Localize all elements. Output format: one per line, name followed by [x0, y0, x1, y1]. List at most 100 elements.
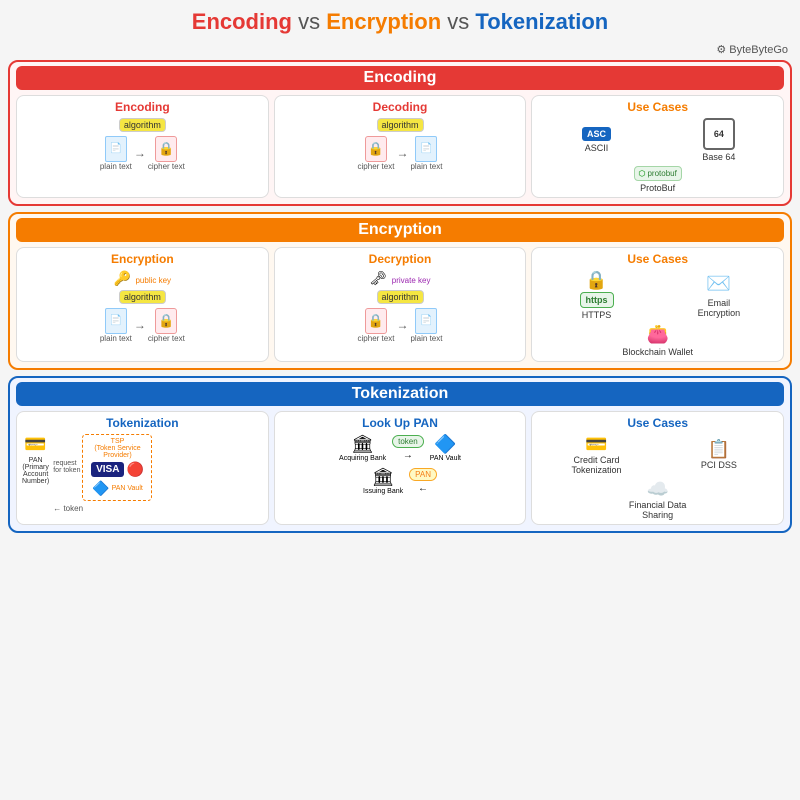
encoding-header: Encoding — [16, 66, 784, 90]
token-badge-lookup: token — [392, 435, 424, 448]
title-vs2: vs — [447, 9, 475, 34]
pci-icon: 📋 — [708, 439, 730, 460]
encryption-usecases-title: Use Cases — [537, 252, 778, 266]
encryption-section: Encryption Encryption 🔑 public key algor… — [8, 212, 792, 370]
issuing-bank-icon: 🏛 — [372, 467, 395, 488]
encoding-plain-label: plain text — [100, 162, 132, 171]
acquiring-bank-icon: 🏛 — [351, 434, 374, 455]
ascii-badge: ASC — [582, 127, 611, 141]
ascii-item: ASC ASCII — [582, 127, 611, 153]
lookup-sub-title: Look Up PAN — [280, 416, 521, 430]
wallet-icon: 👛 — [646, 324, 668, 345]
encoding-section: Encoding Encoding algorithm 📄 plain text… — [8, 60, 792, 206]
pan-label: PAN(PrimaryAccountNumber) — [22, 457, 49, 485]
pci-dss-item: 📋 PCI DSS — [701, 439, 737, 470]
encrypt-algo: algorithm — [119, 290, 166, 304]
title-encryption: Encryption — [326, 9, 441, 34]
right-arrow-lookup: → — [403, 450, 413, 461]
pan-card-icon: 💳 — [24, 434, 46, 455]
encrypt-cipher-label: cipher text — [148, 334, 185, 343]
public-key-label: public key — [135, 276, 171, 285]
credit-card-label: Credit CardTokenization — [571, 455, 621, 475]
decoding-algo: algorithm — [377, 118, 424, 132]
lookup-sub: Look Up PAN 🏛 Acquiring Bank token → 🔷 P… — [274, 411, 527, 525]
decoding-doc-icon: 📄 — [415, 136, 437, 162]
encrypt-arrow: → — [134, 318, 146, 332]
mastercard-icon: 🔴 — [126, 461, 143, 478]
credit-card-item: 💳 Credit CardTokenization — [571, 434, 621, 475]
encryption-sub-encrypt: Encryption 🔑 public key algorithm 📄 plai… — [16, 247, 269, 362]
private-key-label: private key — [392, 276, 431, 285]
protobuf-label: ProtoBuf — [640, 183, 675, 193]
https-label: HTTPS — [582, 310, 612, 320]
left-arrow-lookup: ← — [418, 483, 428, 494]
base64-item: 64 Base 64 — [702, 118, 735, 162]
decoding-lock-icon: 🔒 — [365, 136, 387, 162]
encrypt-doc-icon: 📄 — [105, 308, 127, 334]
decrypt-lock-icon: 🔒 — [365, 308, 387, 334]
encrypt-sub-title: Encryption — [22, 252, 263, 266]
decrypt-sub-title: Decryption — [280, 252, 521, 266]
https-badge: https — [580, 292, 614, 308]
encoding-cipher-label: cipher text — [148, 162, 185, 171]
title-encoding: Encoding — [192, 9, 292, 34]
encoding-arrow: → — [134, 146, 146, 160]
email-enc-item: ✉️ EmailEncryption — [698, 271, 741, 318]
decoding-sub-title: Decoding — [280, 100, 521, 114]
email-label: EmailEncryption — [698, 298, 741, 318]
key-icon-decrypt: 🗝 — [370, 270, 388, 286]
decoding-plain-label: plain text — [410, 162, 442, 171]
pan-vault-label-tsp: PAN Vault — [112, 485, 143, 492]
key-icon-encrypt: 🔑 — [114, 270, 131, 286]
visa-badge: VISA — [91, 462, 124, 477]
decrypt-arrow: → — [396, 318, 408, 332]
request-label: requestfor token — [53, 460, 80, 474]
base64-badge: 64 — [703, 118, 735, 150]
acquiring-label: Acquiring Bank — [339, 455, 386, 462]
blockchain-label: Blockchain Wallet — [622, 347, 693, 357]
encoding-sub-decoding: Decoding algorithm 🔒 cipher text → 📄 pla… — [274, 95, 527, 198]
encoding-sub-encoding: Encoding algorithm 📄 plain text → 🔒 ciph… — [16, 95, 269, 198]
protobuf-badge: ⬡ protobuf — [634, 166, 682, 181]
encrypt-plain-label: plain text — [100, 334, 132, 343]
encryption-use-cases: Use Cases 🔒 https HTTPS ✉️ EmailEncrypti… — [531, 247, 784, 362]
https-item: 🔒 https HTTPS — [580, 270, 614, 320]
encoding-algo: algorithm — [119, 118, 166, 132]
pan-vault-label: PAN Vault — [430, 455, 461, 462]
encryption-inner: Encryption 🔑 public key algorithm 📄 plai… — [16, 247, 784, 362]
encoding-use-cases: Use Cases ASC ASCII 64 Base 64 ⬡ protobu… — [531, 95, 784, 198]
encoding-doc-icon: 📄 — [105, 136, 127, 162]
title-tokenization: Tokenization — [475, 9, 608, 34]
base64-label: Base 64 — [702, 152, 735, 162]
blockchain-item: 👛 Blockchain Wallet — [622, 324, 693, 357]
token-arrow: ← token — [53, 504, 83, 513]
email-icon: ✉️ — [706, 271, 731, 296]
vault-icon: 🔷 — [92, 480, 109, 497]
encoding-inner: Encoding algorithm 📄 plain text → 🔒 ciph… — [16, 95, 784, 198]
tokenization-inner: Tokenization 💳 PAN(PrimaryAccountNumber)… — [16, 411, 784, 525]
tokenization-sub-title: Tokenization — [22, 416, 263, 430]
brand: ⚙ ByteByteGo — [8, 43, 792, 56]
encoding-sub-title: Encoding — [22, 100, 263, 114]
tokenization-use-cases: Use Cases 💳 Credit CardTokenization 📋 PC… — [531, 411, 784, 525]
decrypt-doc-icon: 📄 — [415, 308, 437, 334]
encoding-usecases-title: Use Cases — [537, 100, 778, 114]
tsp-box: TSP(Token ServiceProvider) VISA 🔴 🔷 PAN … — [82, 434, 152, 501]
title-vs1: vs — [298, 9, 326, 34]
protobuf-item: ⬡ protobuf ProtoBuf — [634, 166, 682, 193]
encryption-header: Encryption — [16, 218, 784, 242]
financial-icon: ☁️ — [646, 479, 668, 500]
decoding-cipher-label: cipher text — [358, 162, 395, 171]
ascii-label: ASCII — [585, 143, 609, 153]
issuing-label: Issuing Bank — [363, 488, 403, 495]
financial-data-item: ☁️ Financial DataSharing — [629, 479, 687, 520]
credit-card-icon: 💳 — [585, 434, 607, 455]
encrypt-lock-icon: 🔒 — [155, 308, 177, 334]
encryption-sub-decrypt: Decryption 🗝 private key algorithm 🔒 cip… — [274, 247, 527, 362]
pan-vault-icon: 🔷 — [434, 434, 456, 455]
decoding-arrow: → — [396, 146, 408, 160]
decrypt-algo: algorithm — [377, 290, 424, 304]
encoding-lock-icon: 🔒 — [155, 136, 177, 162]
tokenization-section: Tokenization Tokenization 💳 PAN(PrimaryA… — [8, 376, 792, 533]
pan-badge-lookup: PAN — [409, 468, 437, 481]
